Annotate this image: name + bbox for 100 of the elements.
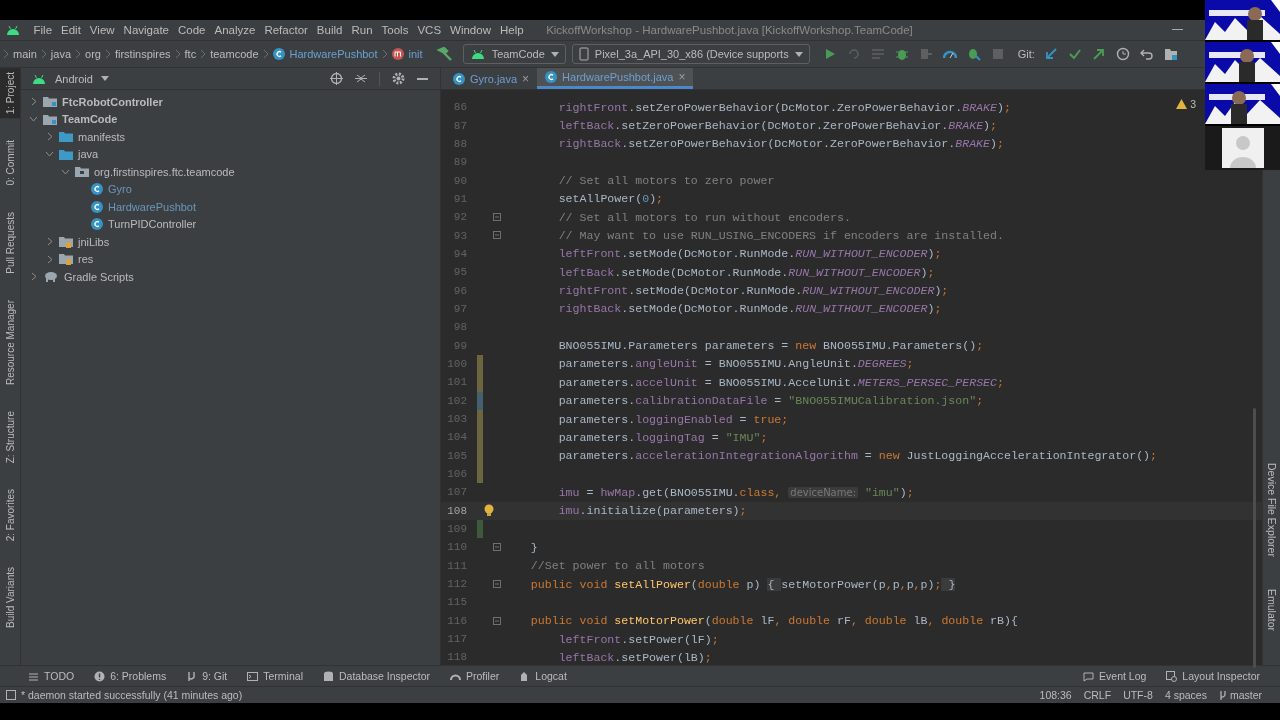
breadcrumb[interactable]: teamcode — [210, 48, 259, 60]
code-line: leftBack.setPower(lB); — [557, 651, 712, 664]
tool-window-tab[interactable]: Emulator — [1265, 588, 1278, 631]
code-line: parameters.angleUnit = BNO055IMU.AngleUnit.DEGREES; — [557, 357, 914, 371]
line-number: 94 — [452, 247, 467, 260]
tree-item[interactable]: java — [78, 148, 99, 161]
menu-item[interactable]: Run — [346, 24, 378, 36]
tool-window-button[interactable]: Logcat — [535, 670, 567, 682]
breadcrumb[interactable]: org — [85, 48, 101, 60]
tool-window-tab[interactable]: 2: Favorites — [0, 484, 20, 546]
tool-window-tab[interactable]: Resource Manager — [0, 295, 20, 389]
tree-item[interactable]: TurnPIDController — [108, 218, 197, 231]
code-line: rightFront.setZeroPowerBehavior(DcMotor.ZeroPowerBehavior.BRAKE); — [557, 100, 1011, 114]
breadcrumb[interactable]: main — [13, 48, 37, 60]
tool-window-button[interactable]: Terminal — [263, 670, 303, 682]
code-line: //Set power to all motors — [529, 559, 705, 573]
git-label: Git: — [1017, 48, 1035, 60]
menu-item[interactable]: Code — [173, 24, 210, 36]
line-number: 115 — [446, 596, 467, 609]
line-ending[interactable]: CRLF — [1083, 689, 1112, 701]
menu-item[interactable]: Window — [445, 24, 496, 36]
breadcrumb[interactable]: ftc — [184, 48, 197, 60]
code-line: public void setAllPower(double p) { setMotorPower(p,p,p,p); } — [529, 577, 956, 591]
code-line: imu.initialize(parameters); — [557, 504, 747, 518]
code-line: setAllPower(0); — [557, 192, 664, 206]
menu-item[interactable]: Refactor — [259, 24, 313, 36]
code-line: parameters.calibrationDataFile = "BNO055IMUCalibration.json"; — [557, 394, 984, 408]
line-number: 103 — [446, 413, 467, 425]
code-line: BNO055IMU.Parameters parameters = new BNO055IMU.Parameters(); — [557, 339, 984, 353]
code-line: parameters.loggingTag = "IMU"; — [557, 430, 768, 444]
editor-tab[interactable]: Gyro.java × — [445, 68, 538, 89]
tree-item[interactable]: HardwarePushbot — [108, 200, 197, 213]
breadcrumb[interactable]: init — [408, 48, 423, 60]
code-line: leftFront.setPower(lF); — [557, 632, 719, 646]
tool-window-button[interactable]: 6: Problems — [110, 670, 167, 682]
tree-item[interactable]: TeamCode — [62, 113, 118, 126]
code-line: leftBack.setMode(DcMotor.RunMode.RUN_WITHOUT_ENCODER); — [557, 265, 935, 279]
line-number: 117 — [446, 633, 467, 646]
code-line: rightFront.setMode(DcMotor.RunMode.RUN_WITHOUT_ENCODER); — [557, 284, 949, 298]
breadcrumb[interactable]: firstinspires — [114, 48, 171, 60]
status-message: * daemon started successfully (41 minutes ago) — [21, 689, 243, 701]
code-line: parameters.accelerationIntegrationAlgorithm = new JustLoggingAccelerationIntegrator(); — [557, 449, 1158, 463]
tool-window-button[interactable]: Profiler — [466, 670, 500, 682]
file-encoding[interactable]: UTF-8 — [1123, 689, 1153, 701]
code-line: leftBack.setZeroPowerBehavior(DcMotor.ZeroPowerBehavior.BRAKE); — [557, 119, 998, 132]
code-line: // May want to use RUN_USING_ENCODERS if encoders are installed. — [557, 229, 1004, 243]
tree-item[interactable]: Gradle Scripts — [64, 270, 134, 283]
code-line: rightBack.setMode(DcMotor.RunMode.RUN_WITHOUT_ENCODER); — [557, 302, 942, 316]
caret-position[interactable]: 108:36 — [1039, 689, 1072, 701]
line-number: 97 — [452, 302, 467, 315]
view-dropdown[interactable]: Android — [55, 72, 93, 85]
code-line: } — [529, 540, 538, 554]
indent-setting[interactable]: 4 spaces — [1164, 689, 1207, 701]
menu-item[interactable]: Help — [495, 24, 529, 36]
tool-window-tab[interactable]: 0: Commit — [0, 136, 20, 190]
close-icon[interactable]: × — [522, 71, 530, 86]
breadcrumb[interactable]: java — [50, 48, 72, 60]
run-config-dropdown[interactable]: TeamCode — [462, 44, 566, 64]
close-icon[interactable]: × — [678, 70, 686, 84]
tool-window-tab[interactable]: Build Variants — [0, 563, 20, 633]
line-number: 108 — [446, 504, 467, 517]
tool-window-button[interactable]: Event Log — [1099, 670, 1147, 682]
code-line: parameters.loggingEnabled = true; — [557, 412, 789, 426]
tree-item[interactable]: org.firstinspires.ftc.teamcode — [94, 165, 235, 178]
line-number: 116 — [446, 614, 467, 627]
tree-item[interactable]: FtcRobotController — [62, 95, 163, 108]
line-number: 104 — [446, 431, 467, 444]
git-branch[interactable]: master — [1229, 689, 1262, 701]
tool-window-button[interactable]: Layout Inspector — [1182, 670, 1260, 682]
menu-item[interactable]: VCS — [412, 24, 446, 36]
tree-item[interactable]: res — [78, 253, 94, 266]
breadcrumb[interactable]: HardwarePushbot — [289, 48, 378, 60]
tree-item[interactable]: manifests — [78, 130, 126, 143]
line-number: 110 — [446, 541, 467, 554]
tree-item[interactable]: Gyro — [108, 183, 132, 196]
tool-window-button[interactable]: 9: Git — [202, 670, 228, 682]
line-number: 118 — [446, 651, 467, 664]
tool-window-tab[interactable]: Z: Structure — [0, 406, 20, 467]
tool-window-tab[interactable]: 1: Project — [0, 68, 20, 119]
menu-item[interactable]: Build — [312, 24, 347, 36]
device-dropdown[interactable]: Pixel_3a_API_30_x86 (Device supports — [571, 44, 810, 64]
tool-window-tab[interactable]: Pull Requests — [0, 207, 20, 278]
menu-item[interactable]: View — [85, 24, 120, 36]
editor-tab[interactable]: HardwarePushbot.java × — [537, 68, 694, 89]
tree-item[interactable]: jniLibs — [78, 235, 110, 248]
tool-window-tab[interactable]: Device File Explorer — [1265, 463, 1278, 557]
menu-item[interactable]: Edit — [56, 24, 86, 36]
menu-item[interactable]: Navigate — [119, 24, 174, 36]
menu-item[interactable]: Tools — [377, 24, 413, 36]
tool-window-button[interactable]: Database Inspector — [338, 670, 431, 682]
line-number: 111 — [446, 559, 467, 572]
tool-window-button[interactable]: TODO — [44, 670, 75, 682]
code-line: parameters.accelUnit = BNO055IMU.AccelUnit.METERS_PERSEC_PERSEC; — [557, 375, 1004, 389]
menu-item[interactable]: File — [29, 24, 57, 36]
code-line: public void setMotorPower(double lF, double rF, double lB, double rB){ — [529, 614, 1018, 628]
menu-item[interactable]: Analyze — [209, 24, 260, 36]
line-number: 107 — [446, 486, 467, 499]
warning-count[interactable]: 3 — [1190, 98, 1196, 110]
line-number: 93 — [452, 229, 467, 242]
code-line: rightBack.setZeroPowerBehavior(DcMotor.ZeroPowerBehavior.BRAKE); — [557, 137, 1004, 151]
